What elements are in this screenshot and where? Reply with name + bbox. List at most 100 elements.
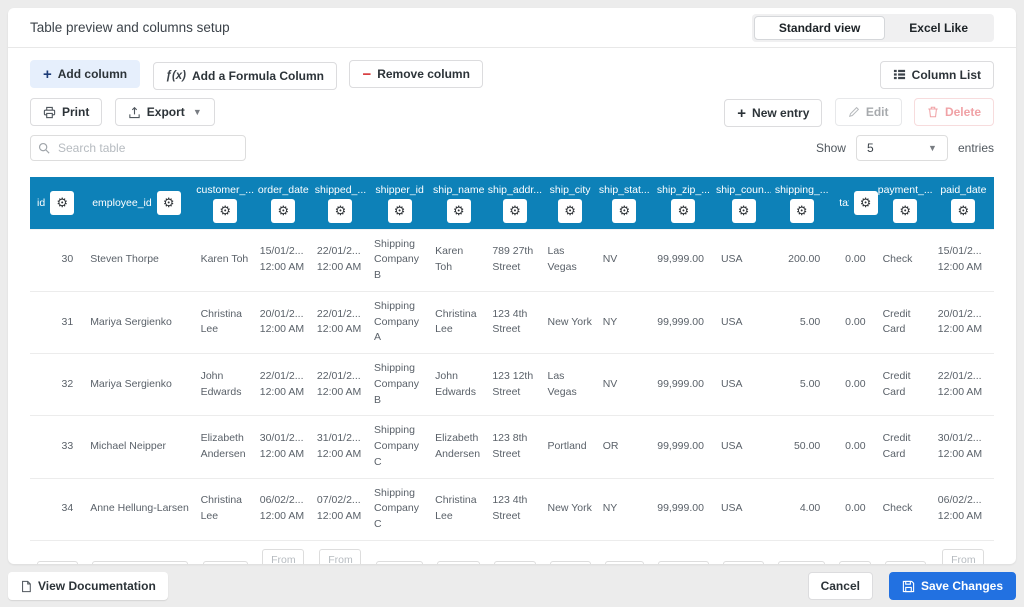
gear-icon: ⚙ (335, 204, 347, 217)
filter-cell-payment (878, 540, 933, 564)
column-label: ship_addr... (488, 184, 542, 196)
column-settings-button-ship-city[interactable]: ⚙ (558, 199, 582, 223)
cell-taxes: 0.00 (832, 416, 877, 478)
cell-paid-date: 15/01/2... 12:00 AM (933, 229, 994, 291)
cell-shipped: 22/01/2... 12:00 AM (312, 229, 369, 291)
document-icon (20, 580, 32, 593)
cell-ship-name: Karen Toh (430, 229, 487, 291)
filter-cell-shipper-id (369, 540, 430, 564)
remove-column-button[interactable]: − Remove column (349, 60, 482, 88)
cell-employee-id: Mariya Sergienko (85, 354, 195, 416)
gear-icon: ⚙ (738, 204, 750, 217)
filter-cell-customer (196, 540, 255, 564)
cell-ship-city: Las Vegas (543, 354, 598, 416)
printer-icon (43, 106, 56, 119)
delete-entry-button[interactable]: Delete (914, 98, 994, 126)
gear-icon: ⚙ (56, 196, 68, 209)
column-settings-button-ship-zip[interactable]: ⚙ (671, 199, 695, 223)
column-settings-button-shipped[interactable]: ⚙ (328, 199, 352, 223)
filter-cell-shipped (312, 540, 369, 564)
column-settings-button-id[interactable]: ⚙ (50, 191, 74, 215)
cell-shipped: 31/01/2... 12:00 AM (312, 416, 369, 478)
id-filter-input[interactable] (37, 561, 78, 564)
cell-id: 32 (30, 354, 85, 416)
ship-addr-filter-input[interactable] (494, 561, 535, 564)
column-settings-button-order-date[interactable]: ⚙ (271, 199, 295, 223)
cell-payment: Credit Card (878, 291, 933, 353)
pencil-icon (848, 106, 860, 118)
filter-cell-ship-addr (487, 540, 542, 564)
cell-customer: Christina Lee (196, 478, 255, 540)
ship-coun-filter-input[interactable] (723, 561, 764, 564)
ship-city-filter-input[interactable] (550, 561, 591, 564)
table-preview: id⚙employee_id⚙customer_...⚙order_date⚙s… (8, 169, 1016, 564)
cancel-button[interactable]: Cancel (808, 572, 873, 600)
gear-icon: ⚙ (509, 204, 521, 217)
view-documentation-button[interactable]: View Documentation (8, 572, 168, 600)
cell-ship-addr: 123 12th Street (487, 354, 542, 416)
ship-stat-filter-input[interactable] (605, 561, 644, 564)
search-input[interactable] (30, 135, 246, 161)
shipper-id-filter-input[interactable] (376, 561, 423, 564)
minus-icon: − (362, 67, 371, 82)
taxes-filter-input[interactable] (839, 561, 870, 564)
add-formula-column-button[interactable]: ƒ(x) Add a Formula Column (153, 62, 337, 90)
cell-shipper-id: Shipping Company B (369, 229, 430, 291)
column-settings-button-ship-coun[interactable]: ⚙ (732, 199, 756, 223)
column-settings-button-ship-stat[interactable]: ⚙ (612, 199, 636, 223)
column-label: ship_city (550, 184, 591, 196)
entries-label: entries (958, 141, 994, 155)
payment-filter-input[interactable] (885, 561, 926, 564)
filter-cell-order-date (255, 540, 312, 564)
column-header-taxes: taxes⚙ (832, 177, 877, 229)
column-settings-button-customer[interactable]: ⚙ (213, 199, 237, 223)
filter-cell-ship-coun (716, 540, 771, 564)
cell-ship-stat: NY (598, 291, 651, 353)
cell-shipped: 07/02/2... 12:00 AM (312, 478, 369, 540)
column-settings-button-taxes[interactable]: ⚙ (854, 191, 878, 215)
gear-icon: ⚙ (453, 204, 465, 217)
column-settings-button-shipping[interactable]: ⚙ (790, 199, 814, 223)
new-entry-button[interactable]: + New entry (724, 99, 822, 127)
cell-ship-coun: USA (716, 291, 771, 353)
standard-view-tab[interactable]: Standard view (754, 16, 885, 40)
export-button[interactable]: Export ▼ (115, 98, 215, 126)
column-settings-button-employee-id[interactable]: ⚙ (157, 191, 181, 215)
shipping-filter-input[interactable] (778, 561, 825, 564)
column-settings-button-shipper-id[interactable]: ⚙ (388, 199, 412, 223)
ship-zip-filter-input[interactable] (658, 561, 709, 564)
ship-name-filter-input[interactable] (437, 561, 480, 564)
shipped-filter-from-input[interactable] (319, 549, 361, 564)
bottom-action-bar: View Documentation Cancel Save Changes (8, 572, 1016, 600)
order-date-filter-from-input[interactable] (262, 549, 304, 564)
edit-entry-button[interactable]: Edit (835, 98, 902, 126)
excel-like-tab[interactable]: Excel Like (885, 16, 992, 40)
cell-ship-zip: 99,999.00 (651, 354, 716, 416)
search-box (30, 135, 246, 161)
filter-cell-employee-id (85, 540, 195, 564)
column-list-button[interactable]: Column List (880, 61, 994, 89)
column-label: id (37, 197, 45, 209)
cell-shipping: 5.00 (771, 354, 832, 416)
cell-ship-zip: 99,999.00 (651, 229, 716, 291)
column-header-ship-coun: ship_coun...⚙ (716, 177, 771, 229)
export-icon (128, 106, 141, 119)
column-settings-button-payment[interactable]: ⚙ (893, 199, 917, 223)
filter-cell-paid-date (933, 540, 994, 564)
page-size-select[interactable]: 5 ▼ (856, 135, 948, 161)
print-button[interactable]: Print (30, 98, 102, 126)
column-settings-button-ship-name[interactable]: ⚙ (447, 199, 471, 223)
column-settings-button-ship-addr[interactable]: ⚙ (503, 199, 527, 223)
cell-order-date: 06/02/2... 12:00 AM (255, 478, 312, 540)
gear-icon: ⚙ (958, 204, 970, 217)
cell-ship-name: John Edwards (430, 354, 487, 416)
employee-id-filter-input[interactable] (92, 561, 188, 564)
column-settings-button-paid-date[interactable]: ⚙ (951, 199, 975, 223)
save-changes-button[interactable]: Save Changes (889, 572, 1016, 600)
column-label: shipped_... (315, 184, 366, 196)
customer-filter-input[interactable] (203, 561, 248, 564)
paid-date-filter-from-input[interactable] (942, 549, 984, 564)
gear-icon: ⚙ (618, 204, 630, 217)
add-column-button[interactable]: + Add column (30, 60, 140, 88)
table-row: 33Michael NeipperElizabeth Andersen30/01… (30, 416, 994, 478)
